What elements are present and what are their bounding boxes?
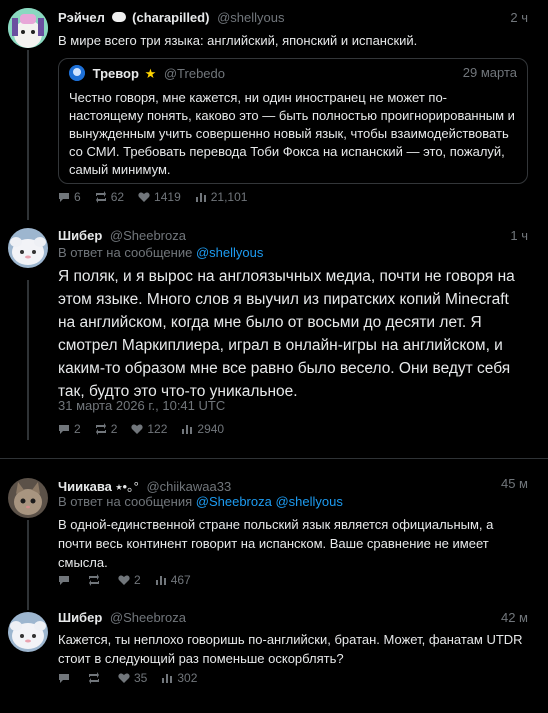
reply-context: В ответ на сообщения @Sheebroza @shellyo… [58, 494, 343, 509]
user-handle[interactable]: @Sheebroza [110, 228, 186, 243]
like-button[interactable]: 1419 [138, 190, 181, 204]
repost-count: 2 [110, 422, 118, 436]
like-button[interactable]: 2 [118, 573, 141, 587]
post-actions: 2 2 122 2940 [58, 422, 224, 436]
quoted-post-header: Тревор ★ @Trebedo 29 марта [69, 65, 517, 82]
repost-icon [95, 191, 106, 203]
post-chiikawa[interactable]: Чиикава ⭑•｡° @chiikawaa33 45 м В ответ н… [0, 470, 548, 595]
heart-icon [131, 424, 143, 434]
post-header: Чиикава ⭑•｡° @chiikawaa33 45 м [58, 476, 528, 496]
like-count: 1419 [154, 190, 181, 204]
repost-icon [89, 574, 99, 586]
views-count: 2940 [197, 422, 225, 436]
like-button[interactable]: 122 [131, 422, 167, 436]
display-name-decoration: ⭑•｡° [115, 479, 139, 494]
views-count: 21,101 [210, 190, 248, 204]
divider [0, 458, 548, 459]
views-button[interactable]: 467 [155, 573, 191, 587]
views-button[interactable]: 21,101 [195, 190, 248, 204]
quoted-avatar [69, 65, 85, 81]
post-sheebroza[interactable]: Шибер @Sheebroza 1 ч В ответ на сообщени… [0, 220, 548, 445]
avatar-image [8, 8, 48, 48]
quoted-post-text: Честно говоря, мне кажется, ни один инос… [69, 90, 515, 177]
repost-button[interactable] [88, 672, 104, 684]
bar-chart-icon [182, 425, 193, 434]
post-text: Я поляк, и я вырос на англоязычных медиа… [58, 268, 515, 400]
repost-button[interactable]: 62 [95, 190, 124, 204]
comment-icon [59, 674, 69, 683]
views-button[interactable]: 302 [161, 671, 197, 685]
views-count: 302 [177, 671, 198, 685]
views-count: 467 [170, 573, 191, 587]
sheep-emoji-icon [111, 12, 126, 22]
post-date[interactable]: 31 марта 2026 г., 10:41 UTC [58, 398, 225, 413]
repost-icon [95, 423, 106, 435]
avatar[interactable] [8, 478, 48, 518]
reply-prefix: В ответ на сообщение [58, 245, 193, 260]
avatar[interactable] [8, 228, 48, 268]
quoted-post-time: 29 марта [462, 65, 517, 80]
bar-chart-icon [155, 576, 166, 585]
reply-button[interactable] [58, 672, 74, 684]
star-icon: ★ [144, 66, 157, 81]
post-time[interactable]: 42 м [501, 610, 528, 625]
repost-button[interactable] [88, 574, 104, 586]
like-count: 122 [147, 422, 168, 436]
repost-icon [89, 672, 99, 684]
post-text: В мире всего три языка: английский, япон… [58, 33, 418, 48]
quoted-post[interactable]: Тревор ★ @Trebedo 29 марта Честно говоря… [58, 58, 528, 184]
post-text: Кажется, ты неплохо говоришь по-английск… [58, 632, 523, 666]
reply-count: 2 [74, 422, 81, 436]
avatar[interactable] [8, 8, 48, 48]
post-actions: 2 467 [58, 573, 191, 587]
comment-icon [59, 425, 69, 434]
avatar-image [8, 228, 48, 268]
avatar-image [8, 478, 48, 518]
display-name-suffix: (charapilled) [132, 10, 210, 25]
display-name[interactable]: Рэйчел [58, 10, 105, 25]
bar-chart-icon [195, 193, 206, 202]
views-button[interactable]: 2940 [181, 422, 224, 436]
repost-count: 62 [110, 190, 125, 204]
post-sheebroza-reply[interactable]: Шибер @Sheebroza 42 м Кажется, ты неплох… [0, 604, 548, 709]
comment-icon [59, 193, 69, 202]
reply-mention[interactable]: @shellyous [196, 245, 263, 260]
reply-prefix: В ответ на сообщения [58, 494, 193, 509]
quoted-display-name: Тревор [92, 66, 139, 81]
post-time[interactable]: 2 ч [510, 10, 528, 25]
reply-count: 6 [74, 190, 81, 204]
reply-button[interactable]: 6 [58, 190, 81, 204]
quoted-user-handle: @Trebedo [163, 66, 225, 81]
like-count: 35 [134, 671, 148, 685]
reply-context: В ответ на сообщение @shellyous [58, 245, 263, 260]
like-button[interactable]: 35 [118, 671, 147, 685]
comment-icon [59, 576, 69, 585]
post-actions: 35 302 [58, 671, 197, 685]
post-header: Рэйчел (charapilled) @shellyous 2 ч [58, 10, 528, 30]
display-name[interactable]: Чиикава [58, 479, 112, 494]
heart-icon [118, 575, 130, 585]
user-handle[interactable]: @chiikawaa33 [146, 479, 231, 494]
reply-mention[interactable]: @Sheebroza @shellyous [196, 494, 343, 509]
post-time[interactable]: 45 м [501, 476, 528, 491]
heart-icon [138, 192, 150, 202]
post-actions: 6 62 1419 21,101 [58, 190, 247, 204]
display-name[interactable]: Шибер [58, 228, 102, 243]
user-handle[interactable]: @shellyous [217, 10, 284, 25]
avatar-image [8, 612, 48, 652]
post-time[interactable]: 1 ч [510, 228, 528, 243]
post-header: Шибер @Sheebroza 42 м [58, 610, 528, 630]
post-rachel[interactable]: Рэйчел (charapilled) @shellyous 2 ч В ми… [0, 0, 548, 215]
post-text: В одной-единственной стране польский язы… [58, 517, 494, 570]
bar-chart-icon [162, 674, 173, 683]
avatar[interactable] [8, 612, 48, 652]
heart-icon [118, 673, 130, 683]
repost-button[interactable]: 2 [95, 422, 118, 436]
reply-button[interactable]: 2 [58, 422, 81, 436]
user-handle[interactable]: @Sheebroza [110, 610, 186, 625]
like-count: 2 [134, 573, 141, 587]
display-name[interactable]: Шибер [58, 610, 102, 625]
reply-button[interactable] [58, 574, 74, 586]
